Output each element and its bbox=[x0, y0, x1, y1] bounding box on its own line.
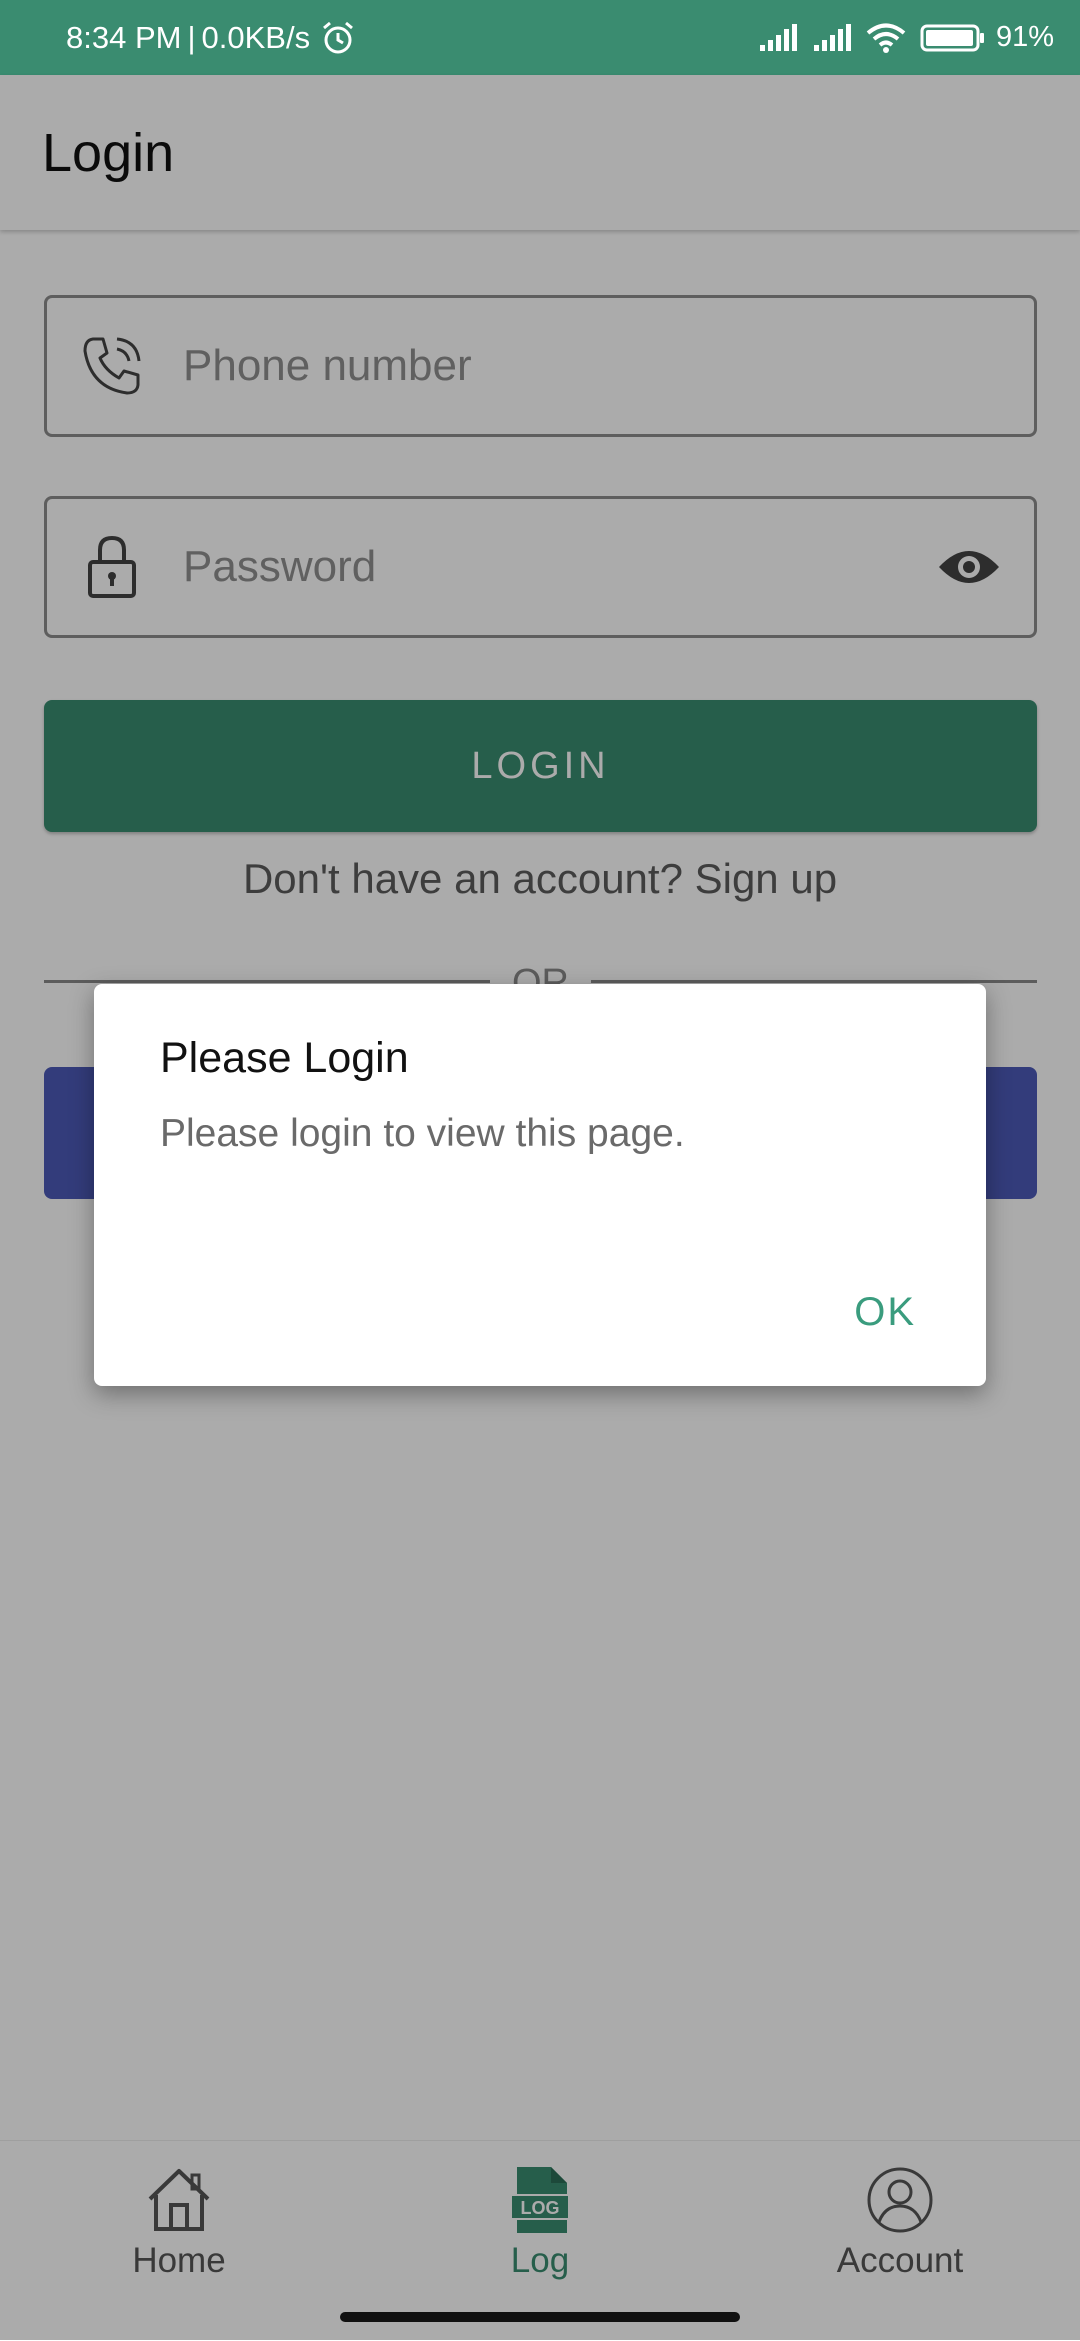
status-separator: | bbox=[187, 19, 196, 55]
login-required-dialog: Please Login Please login to view this p… bbox=[94, 984, 986, 1386]
status-time: 8:34 PM bbox=[66, 19, 182, 55]
battery-icon bbox=[920, 24, 984, 51]
wifi-icon bbox=[866, 23, 906, 53]
signal-icon-2 bbox=[813, 23, 851, 51]
dialog-title: Please Login bbox=[160, 1034, 409, 1082]
status-left: 8:34 PM | 0.0KB/s bbox=[66, 20, 356, 56]
status-right: 91% bbox=[744, 21, 1054, 54]
net-speed: 0.0KB/s bbox=[201, 19, 311, 55]
alarm-icon bbox=[323, 21, 354, 53]
dialog-ok-button[interactable]: OK bbox=[854, 1290, 916, 1335]
home-indicator[interactable] bbox=[340, 2312, 740, 2322]
signal-icon bbox=[759, 23, 797, 51]
dialog-message: Please login to view this page. bbox=[160, 1112, 685, 1155]
battery-percent: 91% bbox=[995, 21, 1054, 53]
status-bar: 8:34 PM | 0.0KB/s 91% bbox=[0, 0, 1080, 75]
